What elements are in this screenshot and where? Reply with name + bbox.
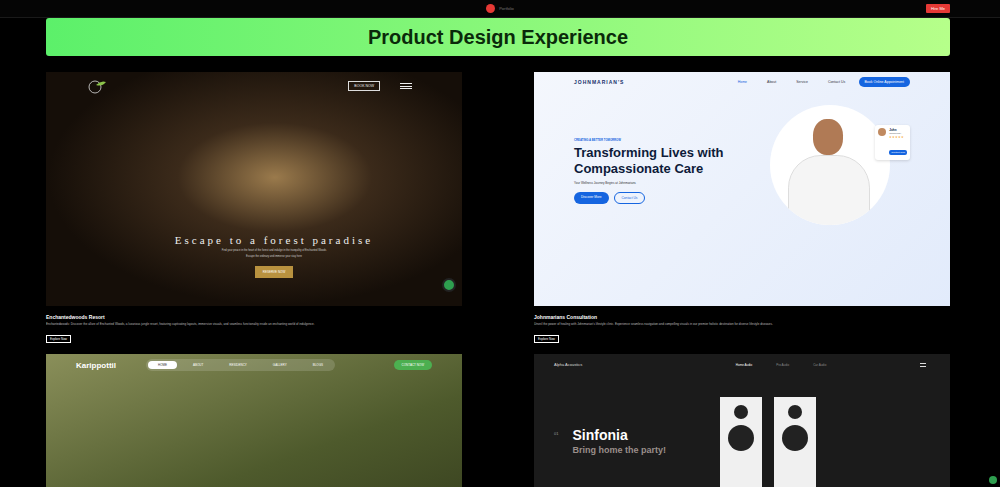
book-button[interactable]: BOOK NOW	[348, 81, 380, 91]
hire-button[interactable]: Hire Me	[926, 4, 950, 13]
nav-link[interactable]: Pro Audio	[776, 363, 789, 367]
doctor-badge: JohnCardiology★★★★★Contact Now	[875, 125, 910, 160]
rating: ★★★★★	[889, 135, 907, 139]
chat-icon[interactable]	[989, 476, 997, 484]
reserve-button[interactable]: RESERVE NOW	[255, 266, 293, 278]
nav-link[interactable]: HOME	[148, 361, 177, 369]
explore-button[interactable]: Explore Now	[46, 335, 71, 343]
project-card: BOOK NOWEscape to a forest paradiseFind …	[46, 72, 462, 354]
nav-link[interactable]: Home Audio	[736, 363, 752, 367]
contact-button[interactable]: CONTACT NOW	[394, 360, 432, 370]
explore-button[interactable]: Explore Now	[534, 335, 559, 343]
nav-link[interactable]: BLOGS	[303, 361, 333, 369]
doctor-photo	[770, 105, 890, 225]
brand[interactable]: Portfolio	[486, 4, 514, 13]
avatar-icon	[878, 128, 886, 136]
nav-link[interactable]: Contact Us	[828, 80, 845, 84]
project-info: Enchantedwoods ResortEnchantedwoods: Dis…	[46, 306, 462, 354]
leaf-logo-icon	[86, 78, 108, 94]
section-banner: Product Design Experience	[46, 18, 950, 56]
project-preview[interactable]: JOHNMARIAN'SHomeAboutServiceContact UsBo…	[534, 72, 950, 306]
nav-link[interactable]: GALLERY	[263, 361, 297, 369]
speakers-image	[720, 397, 816, 487]
nav-link[interactable]: ABOUT	[183, 361, 213, 369]
nav-link[interactable]: Service	[796, 80, 808, 84]
nav-link[interactable]: About	[767, 80, 776, 84]
nav-link[interactable]: Car Audio	[813, 363, 826, 367]
project-grid: BOOK NOWEscape to a forest paradiseFind …	[0, 72, 1000, 487]
menu-icon[interactable]	[400, 83, 412, 89]
project-info: Johnmarians ConsultationUnveil the power…	[534, 306, 950, 354]
top-bar: Portfolio Hire Me	[0, 0, 1000, 18]
project-preview[interactable]: Alpha AcousticsHome AudioPro AudioCar Au…	[534, 354, 950, 487]
nav-link[interactable]: RESIDENCY	[219, 361, 257, 369]
nav-link[interactable]: Home	[738, 80, 747, 84]
appointment-button[interactable]: Book Online Appointment	[859, 77, 911, 87]
logo-icon	[486, 4, 495, 13]
phone-icon[interactable]	[442, 278, 456, 292]
project-card: JOHNMARIAN'SHomeAboutServiceContact UsBo…	[534, 72, 950, 354]
discover-button[interactable]: Discover More	[574, 192, 609, 204]
menu-icon[interactable]	[920, 363, 926, 366]
project-preview[interactable]: BOOK NOWEscape to a forest paradiseFind …	[46, 72, 462, 306]
project-preview[interactable]: KarippottilHOMEABOUTRESIDENCYGALLERYBLOG…	[46, 354, 462, 487]
portfolio-page: Portfolio Hire Me Product Design Experienc…	[0, 0, 1000, 487]
badge-button[interactable]: Contact Now	[889, 150, 907, 155]
project-card: KarippottilHOMEABOUTRESIDENCYGALLERYBLOG…	[46, 354, 462, 487]
project-card: Alpha AcousticsHome AudioPro AudioCar Au…	[534, 354, 950, 487]
contact-button[interactable]: Contact Us	[614, 192, 646, 204]
